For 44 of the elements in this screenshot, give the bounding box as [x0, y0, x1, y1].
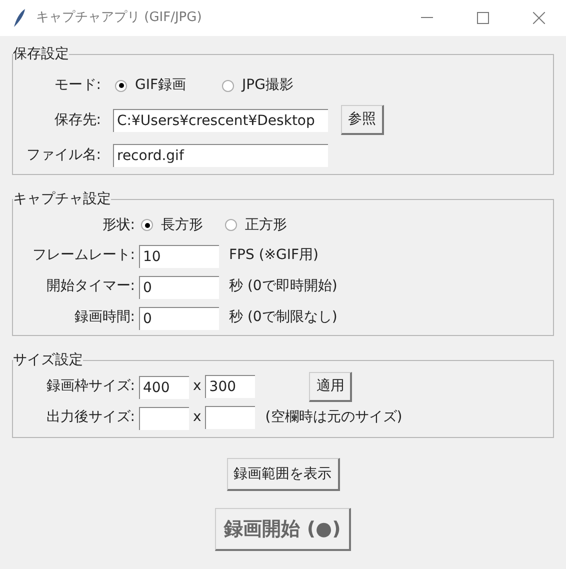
- group-title: サイズ設定: [13, 351, 83, 370]
- times-sign: x: [193, 377, 202, 396]
- show-range-button[interactable]: 録画範囲を表示: [226, 458, 340, 491]
- text-field[interactable]: record.gif: [113, 144, 328, 167]
- start-recording-button[interactable]: 録画開始 (●): [215, 508, 351, 551]
- field-label: ファイル名:: [25, 146, 101, 164]
- text-field[interactable]: 0: [139, 276, 219, 298]
- text-field[interactable]: [205, 406, 256, 429]
- radio-option[interactable]: 正方形: [225, 214, 287, 236]
- text-field[interactable]: 300: [205, 375, 256, 398]
- field-label: 録画枠サイズ:: [45, 377, 135, 396]
- field-note: 秒 (0で即時開始): [229, 277, 338, 296]
- radio-option[interactable]: JPG撮影: [222, 75, 294, 96]
- text-field[interactable]: C:¥Users¥crescent¥Desktop: [113, 109, 328, 132]
- feather-icon: [12, 8, 26, 28]
- browse-button[interactable]: 参照: [341, 105, 384, 135]
- text-field[interactable]: 400: [139, 376, 189, 398]
- radio-option[interactable]: 長方形: [141, 214, 203, 236]
- maximize-icon: [477, 12, 489, 24]
- text-field[interactable]: [139, 406, 189, 430]
- text-field[interactable]: 0: [139, 306, 219, 330]
- group-title: 保存設定: [13, 45, 69, 64]
- field-label: 保存先:: [53, 110, 101, 130]
- field-label: 録画時間:: [73, 308, 135, 327]
- field-label: モード:: [53, 76, 101, 95]
- window-title: キャプチャアプリ (GIF/JPG): [36, 9, 202, 28]
- field-note: FPS (※GIF用): [229, 246, 319, 265]
- field-label: 開始タイマー:: [45, 277, 135, 296]
- radio-option[interactable]: GIF録画: [115, 75, 186, 96]
- field-note: 秒 (0で制限なし): [229, 308, 338, 327]
- apply-button[interactable]: 適用: [309, 372, 352, 402]
- minimize-icon: [421, 17, 433, 19]
- radio-button[interactable]: [222, 80, 234, 92]
- field-label: フレームレート:: [31, 246, 135, 265]
- radio-button[interactable]: [225, 219, 237, 231]
- field-label: 形状:: [101, 216, 135, 234]
- field-note: (空欄時は元のサイズ): [265, 408, 402, 427]
- close-icon: [533, 12, 545, 24]
- times-sign: x: [193, 408, 202, 427]
- field-label: 出力後サイズ:: [45, 408, 135, 427]
- group-title: キャプチャ設定: [13, 190, 111, 209]
- radio-button[interactable]: [141, 219, 153, 231]
- radio-button[interactable]: [115, 80, 127, 92]
- text-field[interactable]: 10: [139, 244, 219, 268]
